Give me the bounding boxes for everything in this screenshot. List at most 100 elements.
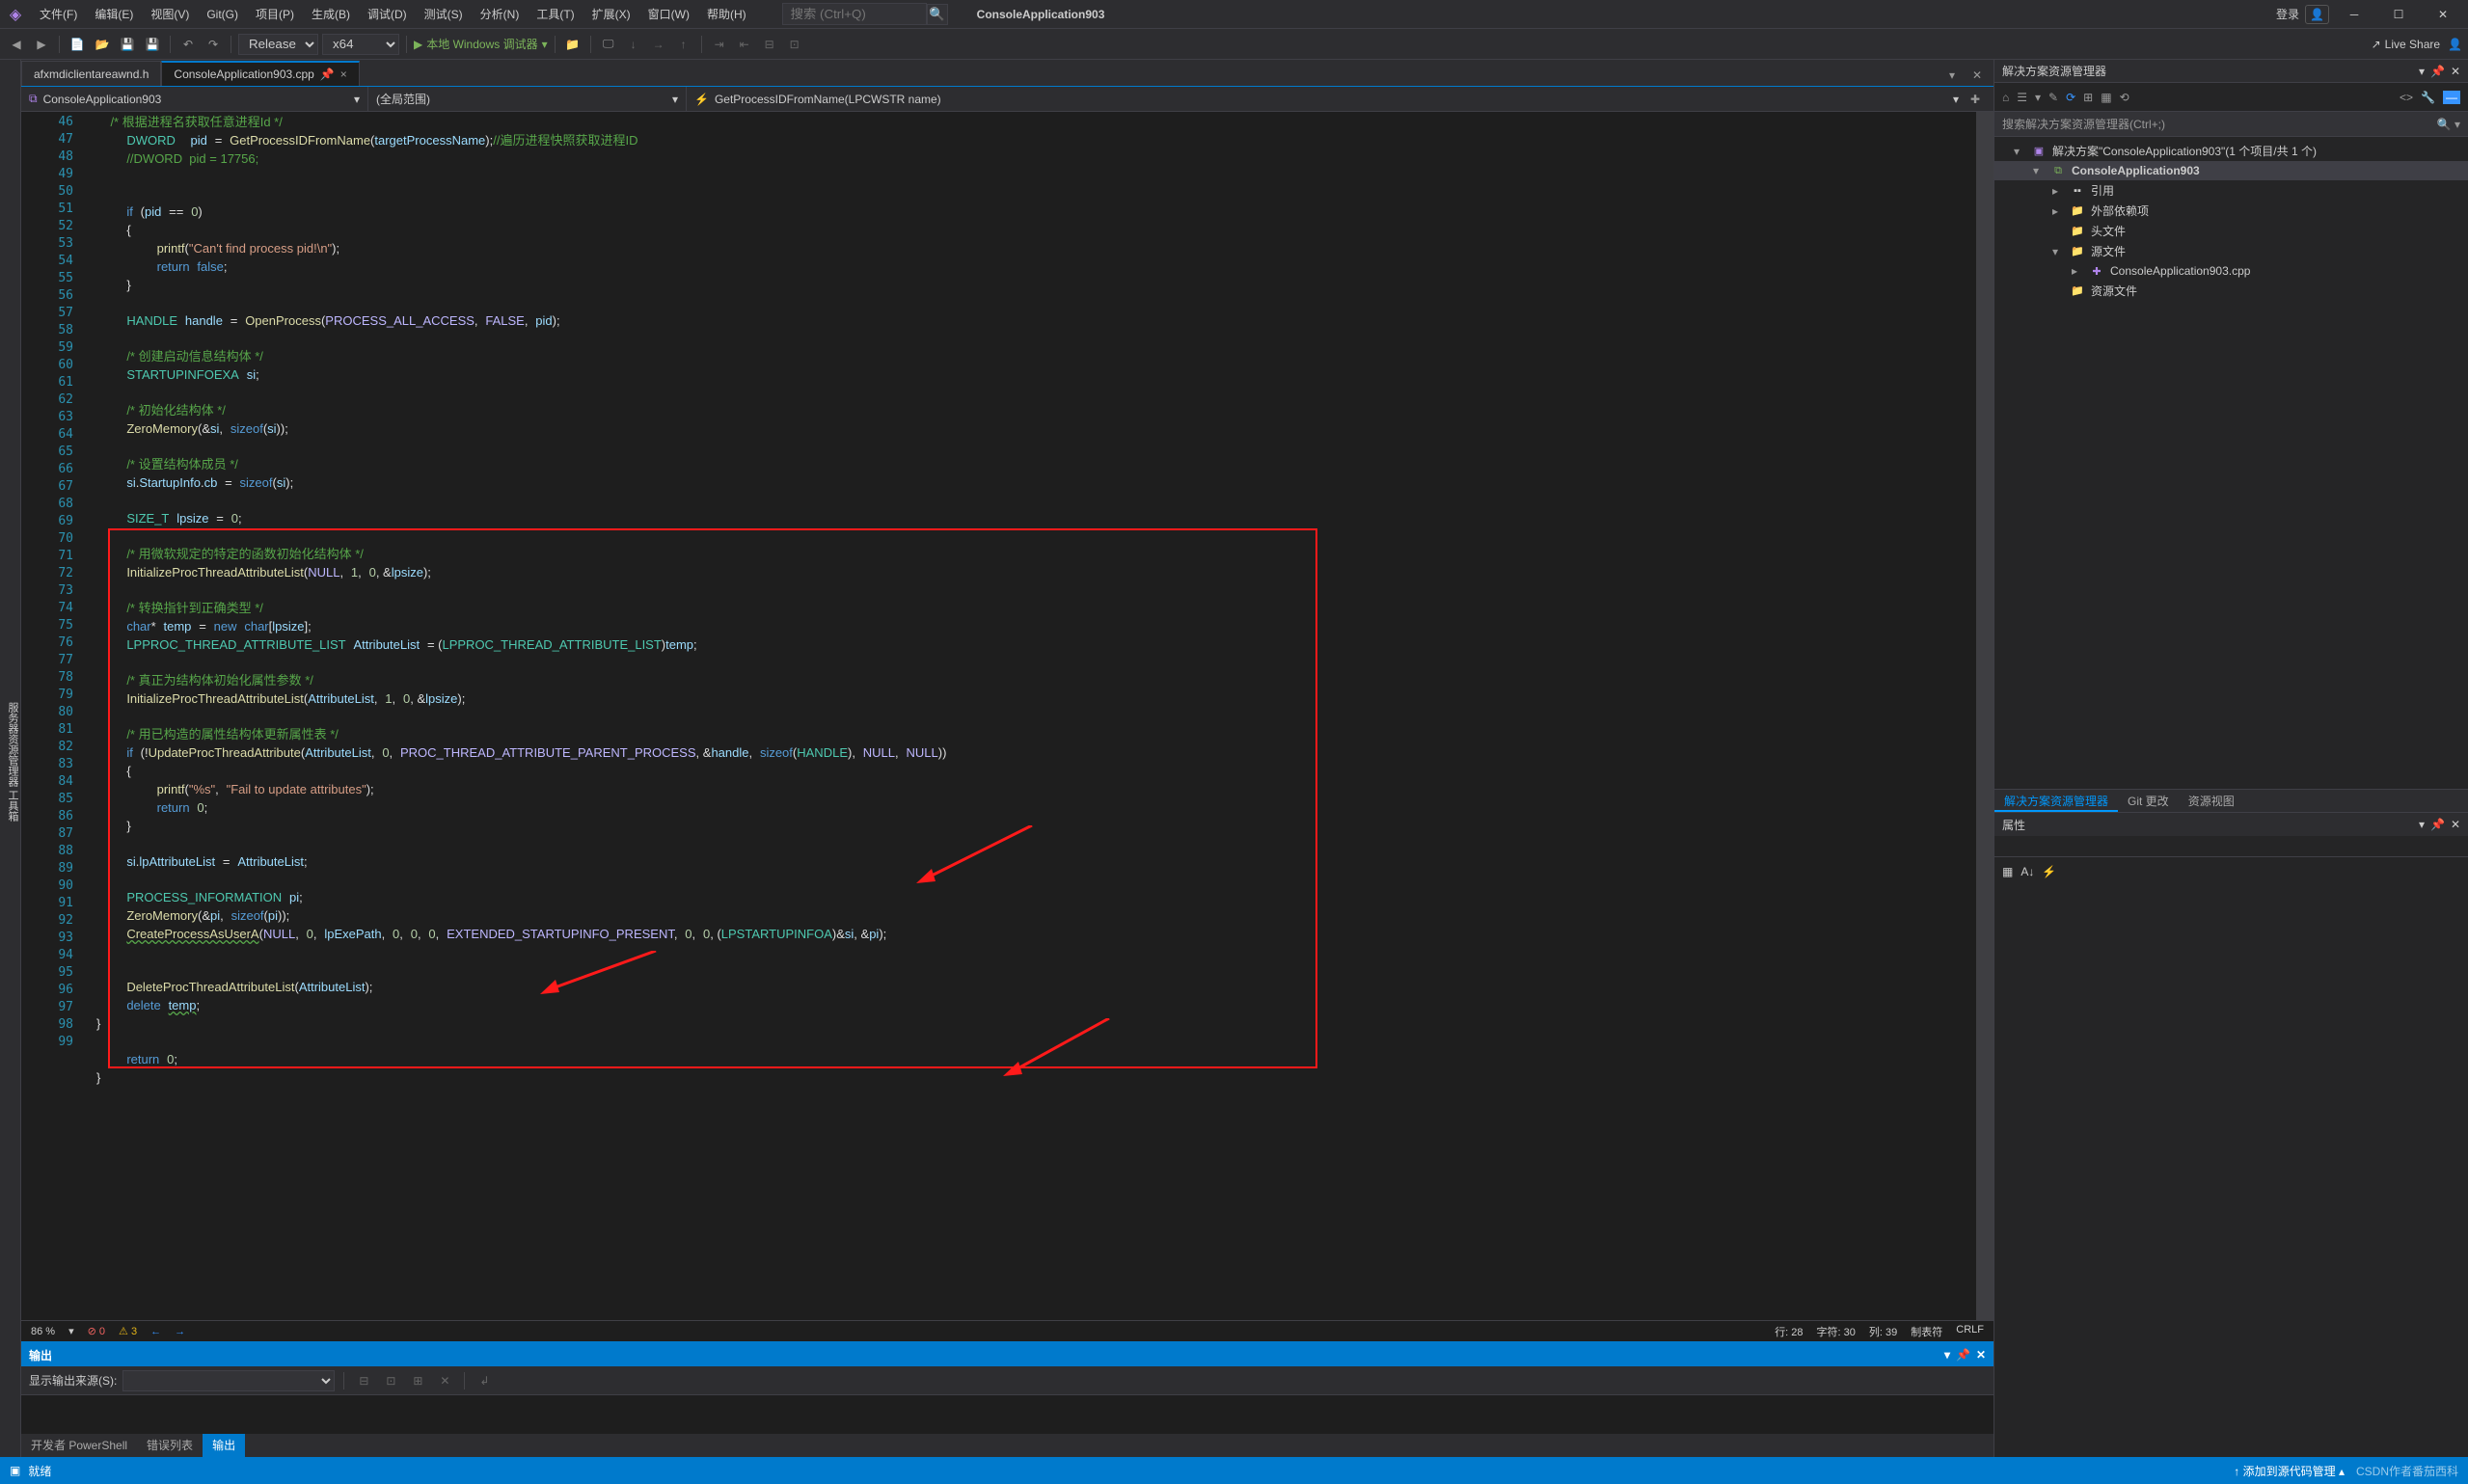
dropdown-icon[interactable]: ▾: [2419, 818, 2425, 831]
rtab-resview[interactable]: 资源视图: [2179, 790, 2244, 812]
login-link[interactable]: 登录: [2276, 6, 2299, 22]
close-icon[interactable]: ✕: [2451, 818, 2460, 831]
menu-extensions[interactable]: 扩展(X): [583, 0, 639, 29]
toggle-icon[interactable]: —: [2443, 91, 2460, 104]
nav-next-icon[interactable]: →: [175, 1326, 185, 1337]
bottom-tab-errorlist[interactable]: 错误列表: [137, 1434, 203, 1457]
search-button[interactable]: 🔍: [927, 4, 948, 25]
out-icon-1[interactable]: ⊟: [353, 1370, 374, 1391]
close-icon[interactable]: ✕: [1976, 1348, 1986, 1362]
categorize-icon[interactable]: ▦: [2002, 865, 2013, 878]
project-node[interactable]: ▾⧉ConsoleApplication903: [1994, 161, 2468, 180]
nav-back-icon[interactable]: ◀: [6, 34, 27, 55]
step-over-icon[interactable]: →: [648, 34, 669, 55]
menu-git[interactable]: Git(G): [198, 0, 247, 29]
sync-icon[interactable]: ⟳: [2066, 91, 2075, 104]
nav-prev-icon[interactable]: ←: [150, 1326, 161, 1337]
outdent-icon[interactable]: ⇤: [734, 34, 755, 55]
tool-icon[interactable]: 📁: [562, 34, 583, 55]
pin-icon[interactable]: 📌: [2430, 65, 2445, 78]
scope-dropdown[interactable]: ⧉ConsoleApplication903▾: [21, 87, 368, 111]
save-all-icon[interactable]: 💾: [142, 34, 163, 55]
rtab-git[interactable]: Git 更改: [2118, 790, 2179, 812]
menu-build[interactable]: 生成(B): [303, 0, 359, 29]
menu-help[interactable]: 帮助(H): [698, 0, 755, 29]
menu-view[interactable]: 视图(V): [142, 0, 198, 29]
zoom-level[interactable]: 86 %: [31, 1326, 55, 1337]
live-share-button[interactable]: ↗ Live Share: [2372, 38, 2440, 51]
menu-window[interactable]: 窗口(W): [639, 0, 698, 29]
external-deps-node[interactable]: ▸📁外部依赖项: [1994, 201, 2468, 221]
tab-afxmdi[interactable]: afxmdiclientareawnd.h: [21, 61, 161, 86]
pin-icon[interactable]: 📌: [2430, 818, 2445, 831]
redo-icon[interactable]: ↷: [203, 34, 224, 55]
menu-analyze[interactable]: 分析(N): [472, 0, 529, 29]
show-all-icon[interactable]: ▦: [2101, 91, 2111, 104]
close-button[interactable]: ✕: [2424, 1, 2462, 28]
menu-test[interactable]: 测试(S): [416, 0, 472, 29]
headers-node[interactable]: 📁头文件: [1994, 221, 2468, 241]
save-icon[interactable]: 💾: [117, 34, 138, 55]
indent-mode[interactable]: 制表符: [1911, 1324, 1942, 1339]
collapse-icon[interactable]: ☰: [2017, 91, 2027, 104]
brush-icon[interactable]: ✎: [2048, 91, 2058, 104]
pin-icon[interactable]: 📌: [320, 67, 335, 81]
code-icon[interactable]: <>: [2400, 91, 2413, 104]
output-header[interactable]: 输出 ▾ 📌 ✕: [21, 1343, 1993, 1366]
solution-root[interactable]: ▾▣解决方案"ConsoleApplication903"(1 个项目/共 1 …: [1994, 141, 2468, 161]
new-project-icon[interactable]: 📄: [67, 34, 88, 55]
properties-body[interactable]: [1994, 886, 2468, 1457]
platform-dropdown[interactable]: x64: [322, 34, 399, 55]
feedback-icon[interactable]: 👤: [2448, 38, 2462, 51]
maximize-button[interactable]: ☐: [2379, 1, 2418, 28]
indent-icon[interactable]: ⇥: [709, 34, 730, 55]
out-wrap-icon[interactable]: ↲: [474, 1370, 495, 1391]
user-icon[interactable]: 👤: [2305, 5, 2329, 24]
pin-icon[interactable]: 📌: [1956, 1348, 1970, 1362]
split-icon[interactable]: ✚: [1965, 89, 1986, 110]
dropdown-icon[interactable]: ▾: [2419, 65, 2425, 78]
resource-node[interactable]: 📁资源文件: [1994, 281, 2468, 301]
filter-icon[interactable]: ⊞: [2083, 91, 2093, 104]
bottom-tab-output[interactable]: 输出: [203, 1434, 245, 1457]
out-clear-icon[interactable]: ✕: [434, 1370, 455, 1391]
alpha-icon[interactable]: A↓: [2021, 865, 2034, 878]
nav-fwd-icon[interactable]: ▶: [31, 34, 52, 55]
menu-debug[interactable]: 调试(D): [359, 0, 416, 29]
tool2-icon[interactable]: 🖵: [598, 34, 619, 55]
output-body[interactable]: [21, 1395, 1993, 1434]
tab-consoleapp[interactable]: ConsoleApplication903.cpp📌×: [161, 61, 359, 86]
uncomment-icon[interactable]: ⊡: [784, 34, 805, 55]
wrench-icon[interactable]: 🔧: [2421, 91, 2435, 104]
close-icon[interactable]: ✕: [2451, 65, 2460, 78]
comment-icon[interactable]: ⊟: [759, 34, 780, 55]
status-project-icon[interactable]: ▣: [10, 1464, 20, 1477]
output-source-dropdown[interactable]: [122, 1370, 335, 1391]
step-out-icon[interactable]: ↑: [673, 34, 694, 55]
out-icon-2[interactable]: ⊡: [380, 1370, 401, 1391]
left-tool-gutter[interactable]: 服务器资源管理器 工具箱: [0, 60, 21, 1457]
config-dropdown[interactable]: Release: [238, 34, 318, 55]
bottom-tab-powershell[interactable]: 开发者 PowerShell: [21, 1434, 137, 1457]
menu-edit[interactable]: 编辑(E): [86, 0, 142, 29]
refs-node[interactable]: ▸▪▪引用: [1994, 180, 2468, 201]
source-node[interactable]: ▾📁源文件: [1994, 241, 2468, 261]
tab-plus-icon[interactable]: ✕: [1966, 65, 1988, 86]
start-debug-button[interactable]: ▶ 本地 Windows 调试器 ▾: [414, 36, 548, 52]
refresh-icon[interactable]: ⟲: [2120, 91, 2129, 104]
error-count[interactable]: ⊘ 0: [88, 1325, 105, 1337]
tab-dropdown-icon[interactable]: ▾: [1941, 65, 1963, 86]
dropdown-icon[interactable]: ▾: [1944, 1348, 1950, 1362]
home-icon[interactable]: ⌂: [2002, 91, 2009, 104]
solution-explorer-header[interactable]: 解决方案资源管理器 ▾ 📌 ✕: [1994, 60, 2468, 83]
solution-tree[interactable]: ▾▣解决方案"ConsoleApplication903"(1 个项目/共 1 …: [1994, 137, 2468, 789]
member-dropdown[interactable]: ⚡GetProcessIDFromName(LPCWSTR name)▾✚: [687, 87, 1993, 111]
warning-count[interactable]: ⚠ 3: [119, 1325, 137, 1337]
properties-subject[interactable]: [1994, 836, 2468, 857]
code-editor[interactable]: 4647484950515253545556575859606162636465…: [21, 112, 1993, 1320]
search-input[interactable]: [782, 3, 927, 25]
fold-column[interactable]: [83, 112, 96, 1320]
open-icon[interactable]: 📂: [92, 34, 113, 55]
add-source-control[interactable]: ↑ 添加到源代码管理 ▴: [2234, 1463, 2345, 1479]
undo-icon[interactable]: ↶: [177, 34, 199, 55]
